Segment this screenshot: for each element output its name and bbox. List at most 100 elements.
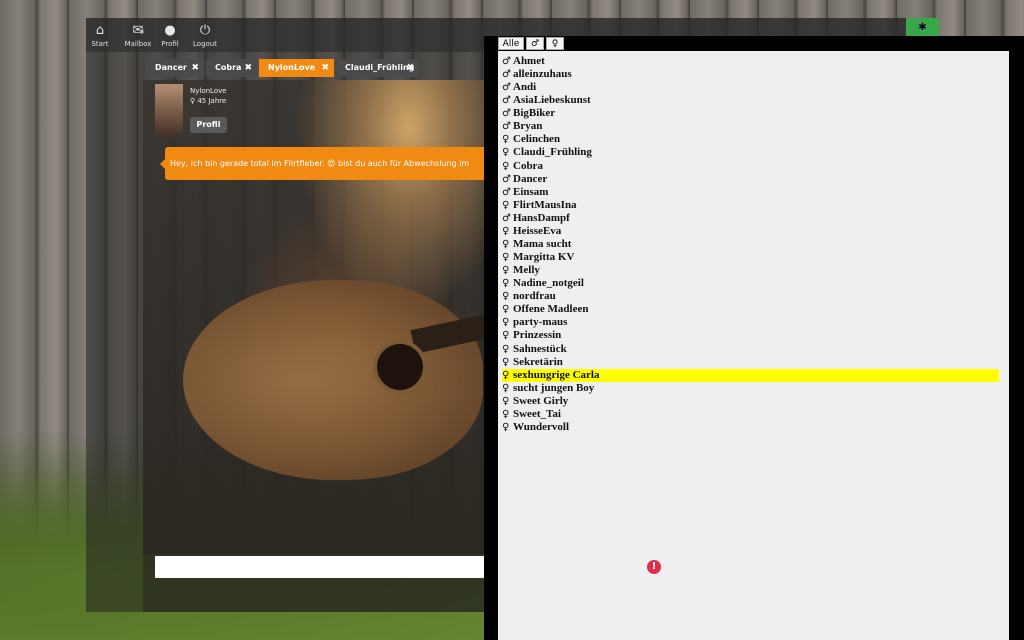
close-icon[interactable]: ✖	[406, 59, 414, 77]
menu-logout[interactable]: ⏻ Logout	[190, 18, 220, 52]
user-list-item[interactable]: ♀ Sahnestück	[502, 343, 999, 356]
female-icon: ♀	[502, 134, 510, 145]
user-list-item[interactable]: ♀ Claudi_Frühling	[502, 146, 999, 159]
female-icon: ♀	[502, 330, 510, 341]
menu-label: Mailbox	[124, 40, 152, 48]
male-icon: ♂	[502, 121, 511, 132]
tab-claudi_frühling[interactable]: Claudi_Frühling ✖	[336, 59, 419, 77]
user-list-item[interactable]: ♀ sucht jungen Boy	[502, 382, 999, 395]
menu-label: Logout	[193, 40, 217, 48]
user-name: Margitta KV	[513, 251, 575, 263]
male-icon: ♂	[502, 95, 511, 106]
user-name: party-maus	[513, 316, 568, 328]
user-list-item[interactable]: ♀ Sekretärin	[502, 356, 999, 369]
female-icon: ♀	[502, 422, 510, 433]
user-name: BigBiker	[513, 107, 556, 119]
user-list-item[interactable]: ♀ Cobra	[502, 160, 999, 173]
user-list-item[interactable]: ♂ BigBiker	[502, 107, 999, 120]
user-list-item[interactable]: ♀ Nadine_notgeil	[502, 277, 999, 290]
user-list-item[interactable]: ♀ Prinzessin	[502, 329, 999, 342]
user-list-item[interactable]: ♀ Melly	[502, 264, 999, 277]
tab-label: Dancer	[155, 63, 187, 72]
female-icon: ♀	[502, 291, 510, 302]
user-list-item[interactable]: ♂ alleinzuhaus	[502, 68, 999, 81]
profile-button[interactable]: Profil	[190, 117, 227, 133]
user-list-item[interactable]: ♀ Offene Madleen	[502, 303, 999, 316]
top-right-button[interactable]: ✱	[906, 18, 939, 38]
user-list-item[interactable]: ♀ Sweet_Tai	[502, 408, 999, 421]
close-icon[interactable]: ✖	[191, 59, 199, 77]
tab-dancer[interactable]: Dancer ✖	[146, 59, 204, 77]
user-name: Sweet_Tai	[513, 408, 561, 420]
female-icon: ♀	[502, 396, 510, 407]
female-icon: ♀	[502, 265, 510, 276]
user-name: Ahmet	[513, 55, 545, 67]
user-name: Sweet Girly	[513, 395, 569, 407]
user-list-item[interactable]: ♂ HansDampf	[502, 212, 999, 225]
female-icon: ♀	[502, 317, 510, 328]
user-list-item[interactable]: ♀ nordfrau	[502, 290, 999, 303]
user-name: FlirtMausIna	[513, 199, 577, 211]
female-icon: ♀	[502, 357, 510, 368]
female-icon: ♀	[502, 383, 510, 394]
female-icon: ♀	[502, 409, 510, 420]
user-list-item[interactable]: ♀ Wundervoll	[502, 421, 999, 434]
user-name: Bryan	[513, 120, 543, 132]
male-icon: ♂	[502, 187, 511, 198]
user-list-item[interactable]: ♂ Dancer	[502, 173, 999, 186]
menu-profil[interactable]: ● Profil	[158, 18, 182, 52]
alert-icon[interactable]: !	[647, 560, 661, 574]
user-list-item[interactable]: ♀ HeisseEva	[502, 225, 999, 238]
male-icon: ♂	[502, 69, 511, 80]
menu-label: Profil	[161, 40, 179, 48]
user-name: Einsam	[513, 186, 549, 198]
avatar[interactable]	[155, 84, 183, 138]
user-name: sucht jungen Boy	[513, 382, 595, 394]
user-name: AsiaLiebeskunst	[513, 94, 591, 106]
user-name: Sahnestück	[513, 343, 567, 355]
close-icon[interactable]: ✖	[244, 59, 252, 77]
female-icon: ♀	[502, 370, 510, 381]
user-list-item[interactable]: ♀ FlirtMausIna	[502, 199, 999, 212]
user-list-item[interactable]: ♂ Bryan	[502, 120, 999, 133]
user-list-item[interactable]: ♀ Margitta KV	[502, 251, 999, 264]
user-list-item[interactable]: ♂ Andi	[502, 81, 999, 94]
female-icon: ♀	[502, 161, 510, 172]
user-name: Mama sucht	[513, 238, 572, 250]
user-name: HansDampf	[513, 212, 570, 224]
filter-female-button[interactable]: ♀	[546, 37, 564, 50]
menu-start[interactable]: ⌂ Start	[86, 18, 114, 52]
user-name: nordfrau	[513, 290, 556, 302]
mail-icon: ✉	[132, 23, 144, 38]
user-name: Claudi_Frühling	[513, 146, 592, 158]
filter-male-button[interactable]: ♂	[526, 37, 544, 50]
user-list-item[interactable]: ♀ Mama sucht	[502, 238, 999, 251]
filter-all-button[interactable]: Alle	[498, 37, 524, 50]
tab-label: NylonLove	[268, 63, 316, 72]
user-name: Wundervoll	[513, 421, 570, 433]
female-icon: ♀	[502, 226, 510, 237]
user-name: Dancer	[513, 173, 548, 185]
paw-icon: ✱	[918, 22, 927, 33]
user-list-item[interactable]: ♂ Einsam	[502, 186, 999, 199]
user-list-item[interactable]: ♂ AsiaLiebeskunst	[502, 94, 999, 107]
user-list-item[interactable]: ♂ Ahmet	[502, 55, 999, 68]
tab-nylonlove[interactable]: NylonLove ✖	[259, 59, 334, 77]
user-list-item[interactable]: ♀ Sweet Girly	[502, 395, 999, 408]
user-name: Celinchen	[513, 133, 561, 145]
user-icon: ●	[164, 23, 176, 38]
power-icon: ⏻	[199, 23, 211, 38]
user-list-item[interactable]: ♀ party-maus	[502, 316, 999, 329]
tab-cobra[interactable]: Cobra ✖	[206, 59, 257, 77]
user-list-item[interactable]: ♀ sexhungrige Carla	[502, 369, 999, 382]
menu-label: Start	[91, 40, 109, 48]
user-name: Nadine_notgeil	[513, 277, 584, 289]
profile-name: NylonLove	[190, 87, 227, 95]
chat-input[interactable]	[155, 556, 484, 578]
message-bubble: Hey, ich bin gerade total im Flirtfieber…	[165, 147, 484, 180]
user-list-item[interactable]: ♀ Celinchen	[502, 133, 999, 146]
close-icon[interactable]: ✖	[321, 59, 329, 77]
user-name: Prinzessin	[513, 329, 562, 341]
menu-mailbox[interactable]: ✉ Mailbox 0	[118, 18, 158, 52]
male-icon: ♂	[502, 213, 511, 224]
